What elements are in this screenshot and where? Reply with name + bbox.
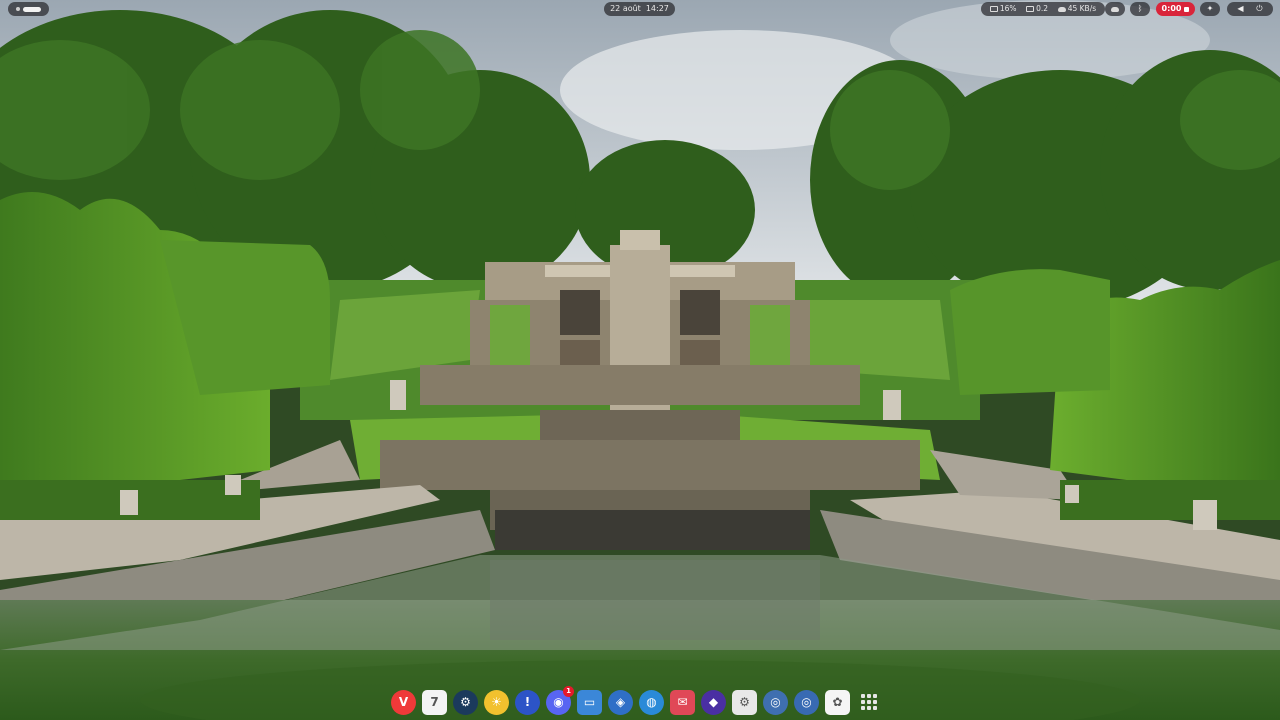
dock-item-tweaks[interactable]: ◍	[639, 689, 664, 715]
dock-item-disk-utility[interactable]: ◎	[763, 689, 788, 715]
workspace-dot-icon	[16, 7, 20, 11]
recording-time: 0:00	[1161, 4, 1182, 13]
clock-date: 22 août	[610, 4, 641, 13]
app-center-icon: ✿	[832, 695, 843, 709]
cloud-sync-button[interactable]	[1105, 2, 1125, 16]
disk-usage-icon: ◎	[801, 695, 812, 709]
calendar-icon: 7	[430, 695, 439, 709]
network-value: 45 KB/s	[1067, 4, 1097, 13]
warning-icon: !	[524, 695, 531, 709]
memory-stat: 0.2	[1026, 2, 1048, 16]
dock-item-calendar[interactable]: 7	[422, 689, 447, 715]
cpu-stat: 16%	[989, 2, 1017, 16]
cloud-icon	[1111, 6, 1119, 12]
dock-item-weather[interactable]: ☀	[484, 689, 509, 715]
app-grid-icon	[860, 694, 877, 710]
memory-icon	[1026, 6, 1035, 12]
volume-icon: ◀	[1237, 4, 1244, 13]
dock-item-disk-usage[interactable]: ◎	[794, 689, 819, 715]
dock-item-app-center[interactable]: ✿	[825, 689, 850, 715]
stop-recording-icon	[1184, 6, 1190, 12]
virtualbox-icon: ◈	[615, 695, 626, 709]
accessibility-button[interactable]: ✦	[1200, 2, 1220, 16]
system-menu-button[interactable]: ◀ ⏻	[1227, 2, 1273, 16]
vivaldi-icon: V	[398, 695, 409, 709]
clock-button[interactable]: 22 août 14:27	[604, 2, 675, 16]
dock: V 7 ⚙ ☀! ◉ 1 ▭ ◈ ◍ ✉ ◆ ⚙ ◎ ◎ ✿	[388, 685, 892, 718]
dock-item-graphics-app[interactable]: ◆	[701, 689, 726, 715]
memory-value: 0.2	[1036, 4, 1049, 13]
cpu-value: 16%	[999, 4, 1017, 13]
disk-utility-icon: ◎	[770, 695, 781, 709]
settings-icon: ⚙	[739, 695, 750, 709]
dock-item-app-grid[interactable]	[856, 690, 881, 715]
discord-icon: ◉	[553, 695, 564, 709]
accessibility-icon: ✦	[1206, 4, 1214, 13]
reader-icon: ✉	[677, 695, 688, 709]
dock-item-warning[interactable]: !	[515, 689, 540, 715]
activities-button[interactable]	[8, 2, 49, 16]
bluetooth-icon: ᛒ	[1137, 4, 1143, 13]
cpu-icon	[989, 6, 998, 12]
screen-recording-indicator[interactable]: 0:00	[1156, 2, 1195, 16]
graphics-app-icon: ◆	[708, 695, 719, 709]
clock-time: 14:27	[645, 4, 669, 13]
dock-item-discord[interactable]: ◉ 1	[546, 685, 574, 715]
bluetooth-button[interactable]: ᛒ	[1130, 2, 1150, 16]
dock-item-vivaldi[interactable]: V	[391, 689, 416, 715]
power-icon: ⏻	[1256, 4, 1263, 13]
dock-item-reader[interactable]: ✉	[670, 689, 695, 715]
notification-badge: 1	[563, 685, 574, 697]
dock-item-files[interactable]: ▭	[577, 689, 602, 715]
weather-icon: ☀	[491, 695, 502, 709]
tweaks-icon: ◍	[646, 695, 657, 709]
network-stat: 45 KB/s	[1057, 2, 1097, 16]
dock-item-settings[interactable]: ⚙	[732, 689, 757, 715]
dock-item-steam[interactable]: ⚙	[453, 689, 478, 715]
steam-icon: ⚙	[460, 695, 471, 709]
dock-item-virtualbox[interactable]: ◈	[608, 689, 633, 715]
network-icon	[1057, 6, 1066, 12]
desktop-wallpaper	[0, 0, 1280, 720]
files-icon: ▭	[583, 695, 596, 709]
system-monitor[interactable]: 16% 0.2 45 KB/s	[981, 2, 1105, 16]
active-workspace-icon	[23, 6, 41, 12]
